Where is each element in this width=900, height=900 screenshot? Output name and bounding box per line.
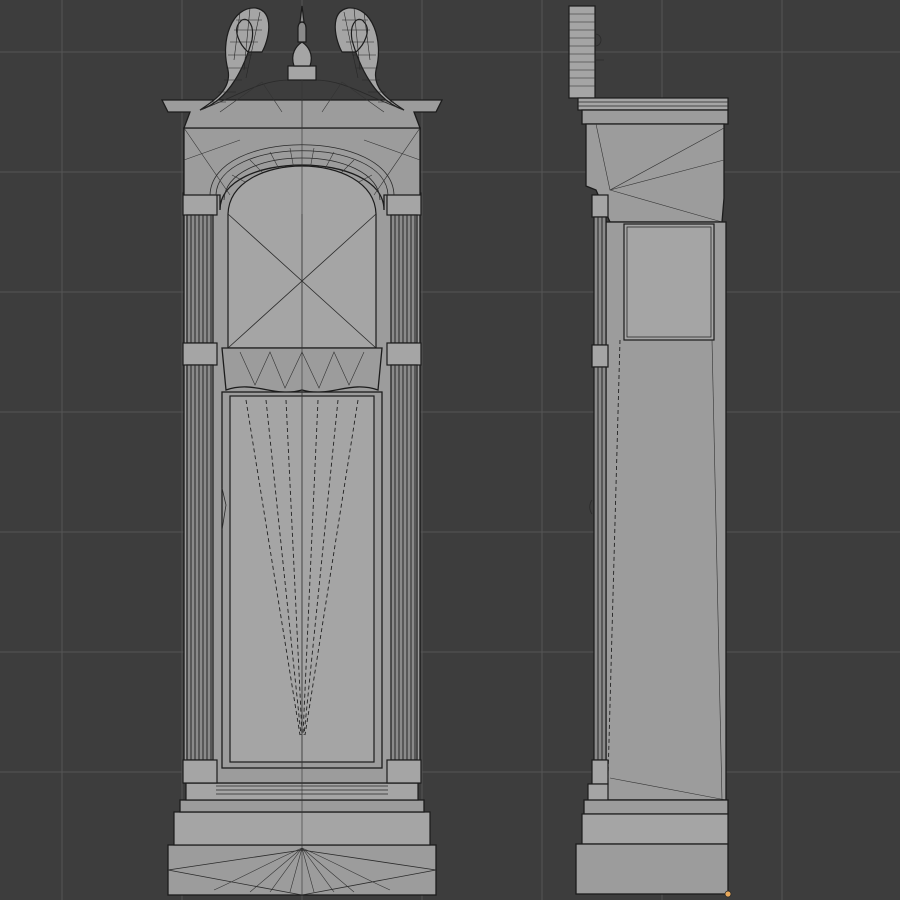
- front-finial: [287, 5, 317, 81]
- side-column: [589, 194, 609, 785]
- side-base: [575, 783, 732, 898]
- front-left-column: [182, 192, 218, 784]
- viewport-grid: [0, 0, 900, 900]
- vertex-marker: [724, 890, 732, 898]
- grandfather-clock-front-view[interactable]: [160, 5, 444, 896]
- front-right-column: [386, 192, 422, 784]
- side-hood-window: [623, 223, 715, 341]
- grandfather-clock-side-view[interactable]: [568, 5, 732, 898]
- 3d-viewport[interactable]: [0, 0, 900, 900]
- side-top-moulding: [577, 97, 729, 125]
- viewport-canvas[interactable]: [0, 0, 900, 900]
